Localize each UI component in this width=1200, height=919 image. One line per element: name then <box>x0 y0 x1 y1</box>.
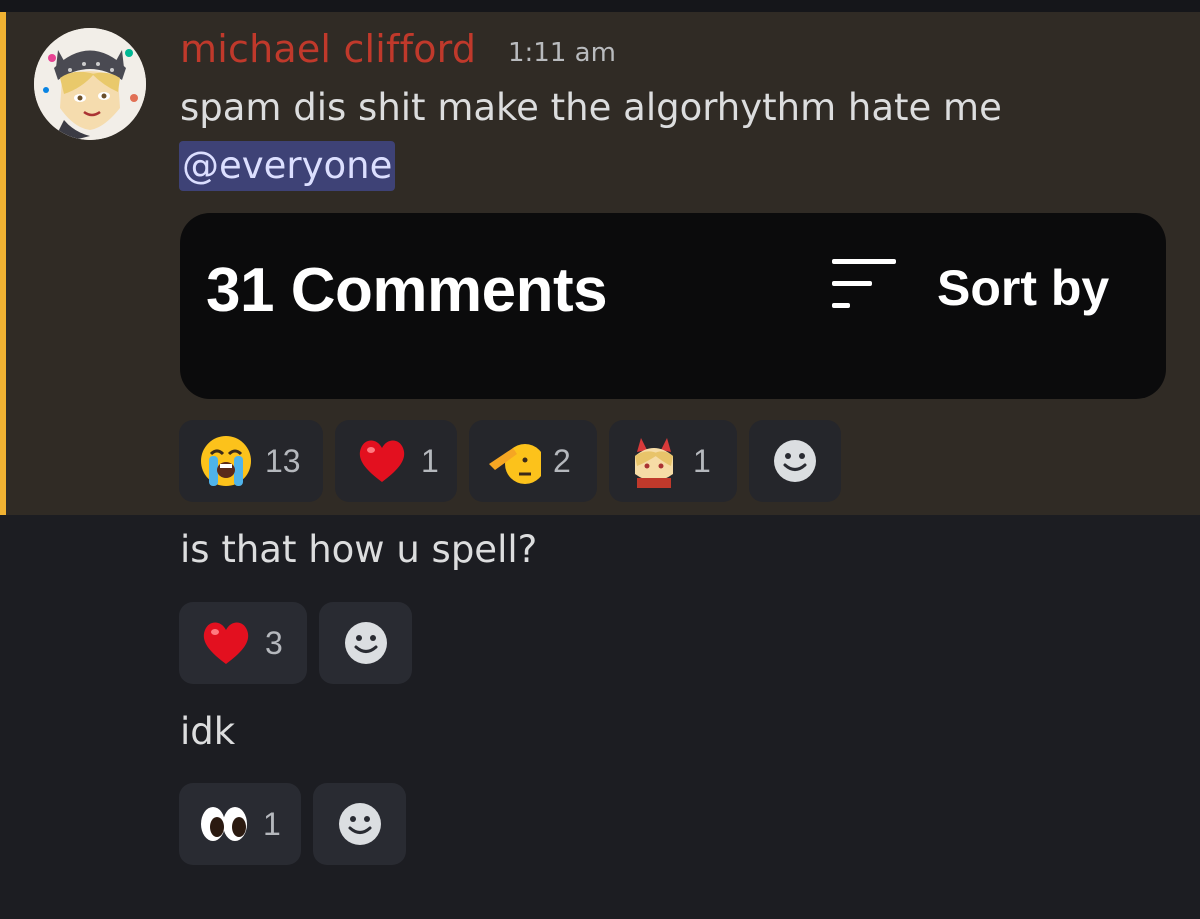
loudly-crying-face-icon <box>201 436 251 486</box>
reaction-count: 3 <box>265 624 283 661</box>
top-bar <box>0 0 1200 12</box>
add-reaction-button[interactable] <box>313 783 406 865</box>
add-reaction-smiley-icon <box>344 622 387 664</box>
reaction-saluting-face[interactable]: 2 <box>469 420 597 502</box>
comment-count-label: 31 Comments <box>206 256 608 325</box>
reaction-count: 13 <box>265 442 301 479</box>
message-text: idk <box>180 710 236 753</box>
reaction-red-heart[interactable]: 1 <box>335 420 457 502</box>
reaction-loudly-crying-face[interactable]: 13 <box>179 420 323 502</box>
mention-highlight-accent <box>0 12 6 515</box>
reaction-count: 2 <box>553 442 571 479</box>
sort-lines-icon <box>832 259 896 308</box>
avatar[interactable] <box>34 28 146 140</box>
reaction-custom-anime-emoji[interactable]: 1 <box>609 420 737 502</box>
add-reaction-button[interactable] <box>319 602 412 684</box>
message-timestamp: 1:11 am <box>508 38 616 68</box>
add-reaction-smiley-icon <box>338 803 381 845</box>
eyes-icon <box>201 807 247 841</box>
reaction-count: 1 <box>693 442 711 479</box>
reaction-red-heart[interactable]: 3 <box>179 602 307 684</box>
reaction-eyes[interactable]: 1 <box>179 783 301 865</box>
message-text: spam dis shit make the algorhythm hate m… <box>180 86 1002 129</box>
reaction-count: 1 <box>263 805 281 842</box>
embedded-image[interactable]: 31 Comments Sort by <box>180 213 1166 399</box>
everyone-mention[interactable]: @everyone <box>179 141 396 191</box>
sort-by-label: Sort by <box>937 260 1110 316</box>
custom-anime-emoji-icon <box>635 438 673 488</box>
red-heart-icon <box>359 440 405 482</box>
red-heart-icon <box>203 622 249 664</box>
add-reaction-button[interactable] <box>749 420 841 502</box>
message-text: is that how u spell? <box>180 528 538 571</box>
reaction-count: 1 <box>421 442 439 479</box>
add-reaction-smiley-icon <box>774 440 816 482</box>
message-author[interactable]: michael clifford <box>180 26 476 72</box>
avatar-image <box>34 28 146 140</box>
saluting-face-icon <box>489 444 541 484</box>
